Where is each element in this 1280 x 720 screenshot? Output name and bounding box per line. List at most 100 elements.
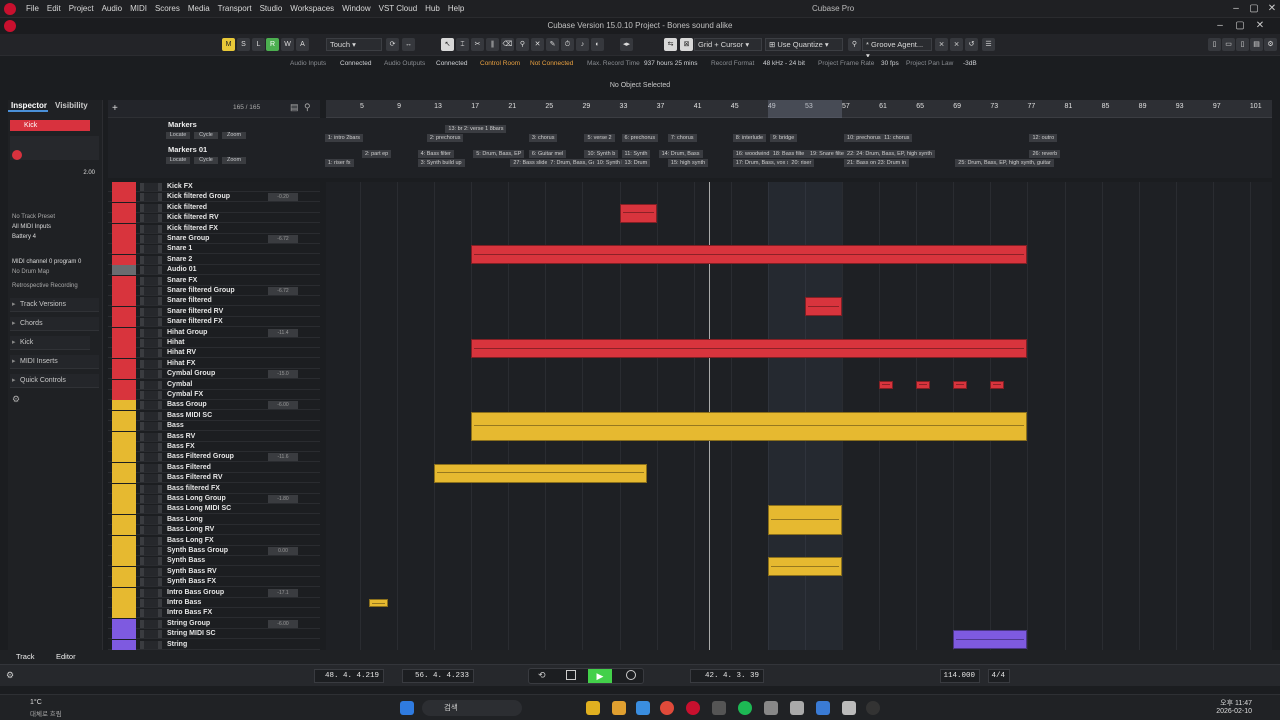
marker[interactable]: 27: Bass slide (510, 159, 551, 167)
groove-select[interactable]: * Groove Agent... ▾ (862, 38, 932, 60)
marker[interactable]: 5: Drum, Bass, EP (473, 150, 525, 158)
track-mute-solo[interactable] (140, 630, 162, 639)
event[interactable] (767, 505, 843, 535)
track-row[interactable]: Bass RV (108, 431, 320, 442)
track-mute-solo[interactable] (140, 349, 162, 358)
cycle-button[interactable]: Cycle (194, 132, 218, 139)
track-row[interactable]: Hihat Group -11.4 (108, 327, 320, 338)
marker[interactable]: 1: riser fx (324, 159, 354, 167)
app-icon[interactable] (842, 701, 856, 715)
midi-input[interactable]: All MIDI Inputs (10, 222, 99, 232)
track-controls[interactable] (10, 136, 99, 160)
left-locator[interactable]: 48. 4. 4.219 (314, 669, 384, 683)
track-row[interactable]: String (108, 639, 320, 650)
event[interactable] (916, 380, 931, 389)
locate-button[interactable]: Locate (166, 132, 190, 139)
track-mute-solo[interactable] (140, 588, 162, 597)
event[interactable] (619, 203, 657, 223)
track-volume[interactable]: 0.00 (268, 547, 298, 555)
track-mute-solo[interactable] (140, 203, 162, 212)
track-row[interactable]: Snare FX (108, 275, 320, 286)
track-volume[interactable]: -17.1 (268, 588, 298, 597)
marker[interactable]: 11: Synth (621, 150, 651, 158)
menu-transport[interactable]: Transport (214, 0, 256, 18)
marker[interactable]: 3: chorus (528, 134, 558, 142)
locate-button[interactable]: Locate (166, 157, 190, 164)
track-row[interactable]: Audio 01 (108, 265, 320, 276)
event[interactable] (434, 463, 648, 483)
quantize-icon[interactable]: ⨯ (935, 38, 948, 51)
split-tool-icon[interactable]: ✂ (471, 38, 484, 51)
track-mute-solo[interactable] (140, 287, 162, 295)
maximize-button[interactable]: ▢ (1244, 2, 1264, 16)
range-tool-icon[interactable]: ⌶ (456, 38, 469, 51)
track-row[interactable]: Synth Bass Group 0.00 (108, 546, 320, 556)
zoom-button[interactable]: Zoom (222, 157, 246, 164)
weather-temp[interactable]: 1°C (30, 699, 42, 706)
track-mute-solo[interactable] (140, 224, 162, 233)
track-row[interactable]: Snare Group -6.72 (108, 234, 320, 244)
event[interactable] (804, 297, 843, 317)
sync-icon[interactable]: ☰ (982, 38, 995, 51)
close-button[interactable]: ✕ (1250, 19, 1270, 33)
section-track-versions[interactable]: Track Versions (10, 298, 99, 312)
track-mute-solo[interactable] (140, 255, 162, 264)
track-row[interactable]: Bass Long (108, 514, 320, 525)
event[interactable] (953, 380, 968, 389)
track-mute-solo[interactable] (140, 297, 162, 306)
menu-scores[interactable]: Scores (151, 0, 184, 18)
track-mute-solo[interactable] (140, 422, 162, 431)
marker[interactable]: 7: chorus (667, 134, 697, 142)
tab-editor[interactable]: Editor (56, 652, 76, 661)
layout-right-icon[interactable]: ▯ (1236, 38, 1249, 51)
inspector-track-name[interactable]: Kick (10, 120, 90, 131)
track-mute-solo[interactable] (140, 443, 162, 451)
volume-value[interactable]: 2.00 (10, 168, 99, 178)
track-row[interactable]: Bass MIDI SC (108, 410, 320, 421)
mute-tool-icon[interactable]: ✕ (531, 38, 544, 51)
chrome-icon[interactable] (660, 701, 674, 715)
track-mute-solo[interactable] (140, 339, 162, 347)
solo-all-button[interactable]: S (237, 38, 250, 51)
drum-map[interactable]: No Drum Map (10, 267, 99, 277)
marker[interactable]: 25: Drum, Bass, EP, high synth, guitar (955, 159, 1054, 167)
read-automation-button[interactable]: R (266, 38, 279, 51)
menu-midi[interactable]: MIDI (126, 0, 151, 18)
menu-vst-cloud[interactable]: VST Cloud (375, 0, 422, 18)
track-mute-solo[interactable] (140, 547, 162, 555)
marker[interactable]: 13: Drum (621, 159, 651, 167)
track-mute-solo[interactable] (140, 578, 162, 587)
gear-icon[interactable]: ⚙ (6, 670, 14, 681)
write-automation-button[interactable]: W (281, 38, 294, 51)
menu-edit[interactable]: Edit (43, 0, 65, 18)
event[interactable] (471, 245, 1028, 265)
menu-help[interactable]: Help (444, 0, 468, 18)
track-mute-solo[interactable] (140, 411, 162, 420)
track-mute-solo[interactable] (140, 391, 162, 399)
track-mute-solo[interactable] (140, 619, 162, 628)
track-volume[interactable]: -0.20 (268, 193, 298, 202)
marker[interactable]: 2: part ep (362, 150, 392, 158)
cycle-range[interactable] (767, 100, 843, 118)
signature-display[interactable]: 4/4 (988, 669, 1010, 683)
marker[interactable]: 10: prechorus (844, 134, 884, 142)
menu-studio[interactable]: Studio (256, 0, 287, 18)
track-row[interactable]: Bass Long RV (108, 525, 320, 536)
track-row[interactable]: Hihat FX (108, 358, 320, 369)
iterative-quantize-icon[interactable]: ⨯ (950, 38, 963, 51)
event[interactable] (953, 630, 1028, 649)
search-icon[interactable]: ⚲ (848, 38, 861, 51)
marker[interactable]: 13: br 2: verse 1 8bars (445, 125, 507, 133)
track-volume[interactable]: -6.00 (268, 619, 298, 628)
track-mute-solo[interactable] (140, 370, 162, 379)
marker[interactable]: 15: high synth (667, 159, 709, 167)
marker[interactable]: 6: prechorus (621, 134, 659, 142)
track-row[interactable]: String MIDI SC (108, 629, 320, 640)
track-row[interactable]: Synth Bass (108, 556, 320, 567)
track-mute-solo[interactable] (140, 380, 162, 389)
track-mute-solo[interactable] (140, 183, 162, 191)
track-row[interactable]: Bass Filtered RV (108, 473, 320, 484)
track-volume[interactable]: -15.0 (268, 370, 298, 379)
app-icon[interactable] (816, 701, 830, 715)
marker[interactable]: 1: intro 2bars (324, 134, 364, 142)
